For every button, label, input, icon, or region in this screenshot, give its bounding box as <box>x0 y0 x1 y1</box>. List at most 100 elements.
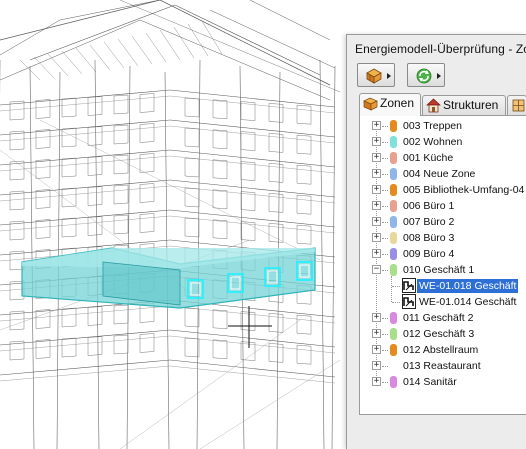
wire-line <box>61 50 83 75</box>
wire-line <box>35 99 51 101</box>
wire-line <box>0 119 171 136</box>
zone-child-row[interactable]: WE-01.018 Geschäft <box>360 278 526 294</box>
wire-line <box>212 357 228 360</box>
refresh-button[interactable] <box>407 63 445 87</box>
zone-label: 006 Büro 1 <box>403 200 455 212</box>
zone-row[interactable]: +001 Küche <box>360 150 526 166</box>
zone-row[interactable]: +005 Bibliothek-Umfang-04 <box>360 182 526 198</box>
wire-line <box>113 124 129 127</box>
zone-row[interactable]: +012 Geschäft 3 <box>360 326 526 342</box>
collapse-toggle-icon[interactable]: − <box>372 265 381 274</box>
wire-line <box>119 319 301 449</box>
expand-toggle-icon[interactable]: + <box>372 249 381 258</box>
wire-line <box>113 232 129 235</box>
expand-toggle-icon[interactable]: + <box>372 185 381 194</box>
zone-row[interactable]: +012 Abstellraum <box>360 342 526 358</box>
zone-row[interactable]: +013 Reastaurant <box>360 358 526 374</box>
wire-line <box>0 155 171 172</box>
panel-title: Energiemodell-Überprüfung - Zo <box>355 42 526 56</box>
wire-line <box>174 4 321 76</box>
wire-line <box>240 191 256 193</box>
expand-toggle-icon[interactable]: + <box>372 137 381 146</box>
model-review-button[interactable] <box>357 63 395 87</box>
wire-line <box>139 201 155 203</box>
wire-line <box>139 183 155 185</box>
wire-line <box>87 234 103 236</box>
tab-structures[interactable]: Strukturen <box>422 95 506 115</box>
zone-row[interactable]: +003 Treppen <box>360 118 526 134</box>
zone-row[interactable]: +014 Sanitär <box>360 374 526 390</box>
expand-toggle-icon[interactable]: + <box>372 153 381 162</box>
tab-zones[interactable]: Zonen <box>359 93 421 116</box>
expand-toggle-icon[interactable]: + <box>372 217 381 226</box>
wire-line <box>87 354 103 356</box>
wire-line <box>9 298 25 301</box>
expand-toggle-icon[interactable]: + <box>372 169 381 178</box>
zone-row[interactable]: +004 Neue Zone <box>360 166 526 182</box>
tab-structures-label: Strukturen <box>443 98 499 112</box>
expand-toggle-icon[interactable]: + <box>372 201 381 210</box>
wire-line <box>9 178 25 181</box>
wire-line <box>268 151 284 153</box>
refresh-icon <box>416 68 432 84</box>
tree-connector <box>382 254 388 255</box>
wire-line <box>35 357 51 359</box>
wire-line <box>61 115 77 118</box>
zone-row[interactable]: +007 Büro 2 <box>360 214 526 230</box>
zone-row[interactable]: +008 Büro 3 <box>360 230 526 246</box>
wire-line <box>9 250 25 253</box>
expand-toggle-icon[interactable]: + <box>372 329 381 338</box>
wire-line <box>268 301 284 303</box>
wire-line <box>113 172 129 175</box>
zone-label: 008 Büro 3 <box>403 232 455 244</box>
expand-toggle-icon[interactable]: + <box>372 361 381 370</box>
zone-row[interactable]: +002 Wohnen <box>360 134 526 150</box>
wire-line <box>268 211 284 213</box>
wire-line <box>113 184 129 187</box>
zone-row[interactable]: +011 Geschäft 2 <box>360 310 526 326</box>
wire-line <box>113 352 129 355</box>
zone-label: 002 Wohnen <box>403 136 463 148</box>
wire-line <box>35 129 51 131</box>
wire-line <box>0 89 171 106</box>
wire-line <box>240 329 256 331</box>
tree-connector <box>382 142 388 143</box>
wire-line <box>139 123 155 125</box>
wire-line <box>0 179 171 196</box>
zone-child-row[interactable]: WE-01.014 Geschäft <box>360 294 526 310</box>
zone-row[interactable]: − 010 Geschäft 1 <box>360 262 526 278</box>
wire-line <box>0 329 171 346</box>
wire-line <box>268 103 284 105</box>
zone-label: 011 Geschäft 2 <box>403 312 474 324</box>
wire-line <box>296 122 312 125</box>
expand-toggle-icon[interactable]: + <box>372 313 381 322</box>
zone-tree[interactable]: +003 Treppen +002 Wohnen +001 Küche +004 Ne… <box>359 115 526 415</box>
expand-toggle-icon[interactable]: + <box>372 377 381 386</box>
zone-row[interactable]: +009 Büro 4 <box>360 246 526 262</box>
expand-toggle-icon[interactable]: + <box>372 121 381 130</box>
expand-toggle-icon[interactable]: + <box>372 233 381 242</box>
wire-line <box>268 223 284 225</box>
wire-line <box>139 333 155 335</box>
wire-line <box>296 182 312 185</box>
wire-line <box>29 65 35 449</box>
wire-line <box>184 145 200 148</box>
wire-line <box>87 324 103 326</box>
zone-row[interactable]: +006 Büro 1 <box>360 198 526 214</box>
wire-line <box>240 179 256 181</box>
tree-connector <box>382 174 388 175</box>
wire-line <box>139 141 155 143</box>
wire-line <box>187 23 209 57</box>
wire-line <box>159 0 331 86</box>
wire-line <box>240 239 256 241</box>
expand-toggle-icon[interactable]: + <box>372 345 381 354</box>
wire-line <box>240 209 256 211</box>
zone-label: 004 Neue Zone <box>403 168 476 180</box>
zone-color-swatch <box>390 168 397 180</box>
wire-line <box>184 115 200 118</box>
tree-connector <box>382 366 388 367</box>
tab-openings[interactable] <box>507 95 526 115</box>
wire-line <box>113 304 129 307</box>
wire-line <box>9 238 25 241</box>
wire-line <box>209 9 336 69</box>
